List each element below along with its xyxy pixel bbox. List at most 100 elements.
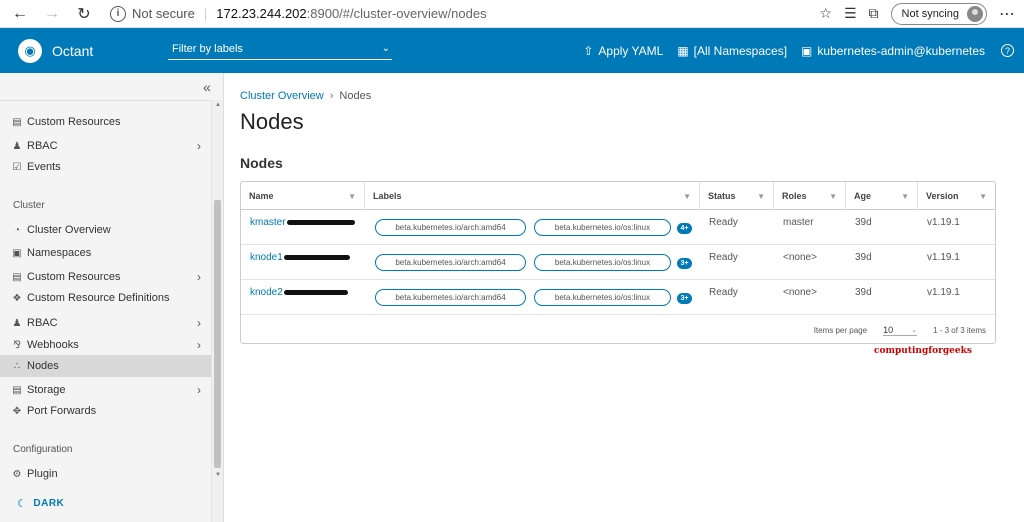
column-header-age[interactable]: Age ▼: [846, 182, 918, 210]
column-header-label: Roles: [782, 191, 807, 201]
forward-arrow-icon[interactable]: →: [40, 2, 64, 26]
column-header-status[interactable]: Status ▼: [700, 182, 774, 210]
more-labels-badge[interactable]: 3+: [677, 258, 692, 269]
dark-mode-toggle[interactable]: ☾ DARK: [17, 497, 64, 510]
info-icon[interactable]: i: [110, 5, 126, 22]
sidebar-item-nodes[interactable]: ∴ Nodes: [0, 355, 211, 377]
more-labels-badge[interactable]: 4+: [677, 223, 692, 234]
column-header-label: Version: [926, 191, 959, 201]
scroll-down-icon[interactable]: ▼: [215, 472, 221, 478]
address-bar[interactable]: i Not secure | 172.23.244.202:8900/#/clu…: [110, 2, 819, 26]
collections-icon[interactable]: ⧉: [869, 5, 879, 22]
scrollbar-thumb[interactable]: [214, 200, 221, 468]
address-divider: |: [203, 6, 208, 21]
sidebar-item-plugin[interactable]: ⚙ Plugin: [0, 463, 211, 485]
namespace-selector[interactable]: ▦ [All Namespaces]: [677, 44, 787, 58]
sidebar-item-label: Custom Resources: [27, 271, 121, 283]
column-header-version[interactable]: Version ▼: [918, 182, 995, 210]
sidebar-item-label: Storage: [27, 384, 66, 396]
filter-icon[interactable]: ▼: [683, 192, 691, 201]
column-header-labels[interactable]: Labels ▼: [365, 182, 700, 210]
nodes-table: Name ▼ Labels ▼ Status ▼ Roles ▼ Age ▼ V…: [240, 181, 996, 344]
watermark: computingforgeeks: [874, 346, 972, 356]
label-chip: beta.kubernetes.io/os:linux: [534, 289, 671, 306]
profile-avatar-icon: [967, 5, 983, 22]
items-per-page-select[interactable]: 10 ⌄: [883, 325, 918, 336]
node-roles: master: [783, 217, 814, 228]
redaction-mark: [286, 219, 355, 225]
node-name-link[interactable]: knode2: [250, 287, 348, 298]
sidebar-item-events[interactable]: ☑ Events: [0, 156, 211, 178]
column-header-label: Labels: [373, 191, 402, 201]
node-name: knode2: [250, 287, 283, 298]
sync-label: Not syncing: [901, 7, 959, 20]
context-label: kubernetes-admin@kubernetes: [817, 43, 985, 58]
node-name-link[interactable]: kmaster: [250, 217, 355, 228]
sidebar-item-cluster-overview[interactable]: ◔ Cluster Overview: [0, 219, 211, 241]
sidebar-item-custom-resources[interactable]: ▤ Custom Resources: [0, 111, 211, 133]
table-row: knode1 beta.kubernetes.io/arch:amd64 bet…: [241, 245, 995, 280]
sidebar-item-label: Nodes: [27, 360, 59, 372]
sidebar-item-cluster-rbac[interactable]: ♟ RBAC ›: [0, 312, 211, 334]
brand-name[interactable]: Octant: [52, 43, 93, 59]
more-options-icon[interactable]: ⋯: [999, 4, 1016, 24]
filter-icon[interactable]: ▼: [757, 192, 765, 201]
reload-icon[interactable]: ↻: [72, 2, 96, 26]
label-filter-input[interactable]: Filter by labels ⌄: [168, 38, 392, 60]
dark-mode-label: DARK: [33, 498, 65, 509]
chevron-right-icon: ›: [197, 338, 201, 352]
sidebar-item-port-forwards[interactable]: ✥ Port Forwards: [0, 400, 211, 422]
building-icon: ▣: [801, 43, 813, 58]
filter-icon[interactable]: ▼: [829, 192, 837, 201]
filter-icon[interactable]: ▼: [348, 192, 356, 201]
sidebar-item-label: RBAC: [27, 140, 58, 152]
star-icon[interactable]: ☆: [819, 5, 832, 22]
url-path: :8900/#/cluster-overview/nodes: [306, 6, 487, 21]
sidebar-item-label: Webhooks: [27, 339, 79, 351]
sidebar-item-rbac[interactable]: ♟ RBAC ›: [0, 135, 211, 157]
column-header-roles[interactable]: Roles ▼: [774, 182, 846, 210]
filter-icon[interactable]: ▼: [979, 192, 987, 201]
breadcrumb-cluster-overview[interactable]: Cluster Overview: [240, 90, 324, 102]
sidebar-item-label: Custom Resources: [27, 116, 121, 128]
webhook-icon: ⅋: [13, 339, 21, 351]
column-header-label: Age: [854, 191, 872, 201]
sidebar-scrollbar[interactable]: ▲ ▼: [211, 100, 223, 522]
column-header-name[interactable]: Name ▼: [241, 182, 365, 210]
sidebar-item-webhooks[interactable]: ⅋ Webhooks ›: [0, 334, 211, 356]
node-version: v1.19.1: [927, 217, 960, 228]
storage-icon: ▤: [12, 384, 22, 396]
breadcrumb: Cluster Overview › Nodes: [240, 90, 371, 102]
node-age: 39d: [855, 217, 872, 228]
octant-logo-icon[interactable]: ◉: [18, 38, 42, 63]
node-version: v1.19.1: [927, 287, 960, 298]
label-chip: beta.kubernetes.io/arch:amd64: [375, 254, 526, 271]
sidebar-item-label: RBAC: [27, 317, 58, 329]
collapse-sidebar-icon[interactable]: «: [203, 79, 211, 95]
sync-button[interactable]: Not syncing: [890, 2, 987, 25]
sidebar-item-custom-resource-definitions[interactable]: ❖ Custom Resource Definitions: [0, 287, 211, 309]
back-arrow-icon[interactable]: ←: [8, 2, 32, 26]
page-title: Nodes: [240, 109, 304, 134]
chevron-right-icon: ›: [197, 383, 201, 397]
favorites-icon[interactable]: ☰: [844, 5, 857, 22]
breadcrumb-separator-icon: ›: [329, 90, 334, 102]
label-chip: beta.kubernetes.io/arch:amd64: [375, 289, 526, 306]
redaction-mark: [283, 289, 348, 295]
node-name-link[interactable]: knode1: [250, 252, 350, 263]
table-footer: Items per page 10 ⌄ 1 - 3 of 3 items: [241, 316, 995, 344]
sidebar-item-namespaces[interactable]: ▣ Namespaces: [0, 242, 211, 264]
sidebar-item-cluster-custom-resources[interactable]: ▤ Custom Resources ›: [0, 266, 211, 288]
help-icon[interactable]: ?: [1001, 44, 1014, 57]
context-selector[interactable]: ▣ kubernetes-admin@kubernetes: [801, 44, 985, 58]
apply-yaml-button[interactable]: ⇧ Apply YAML: [583, 44, 663, 58]
scroll-up-icon[interactable]: ▲: [215, 102, 221, 108]
sidebar-item-label: Port Forwards: [27, 405, 97, 417]
user-icon: ♟: [12, 317, 22, 329]
sidebar-item-storage[interactable]: ▤ Storage ›: [0, 379, 211, 401]
sidebar-item-label: Cluster Overview: [27, 224, 111, 236]
more-labels-badge[interactable]: 3+: [677, 293, 692, 304]
filter-icon[interactable]: ▼: [901, 192, 909, 201]
sidebar-divider: [0, 100, 211, 101]
stack-icon: ▤: [12, 116, 22, 128]
